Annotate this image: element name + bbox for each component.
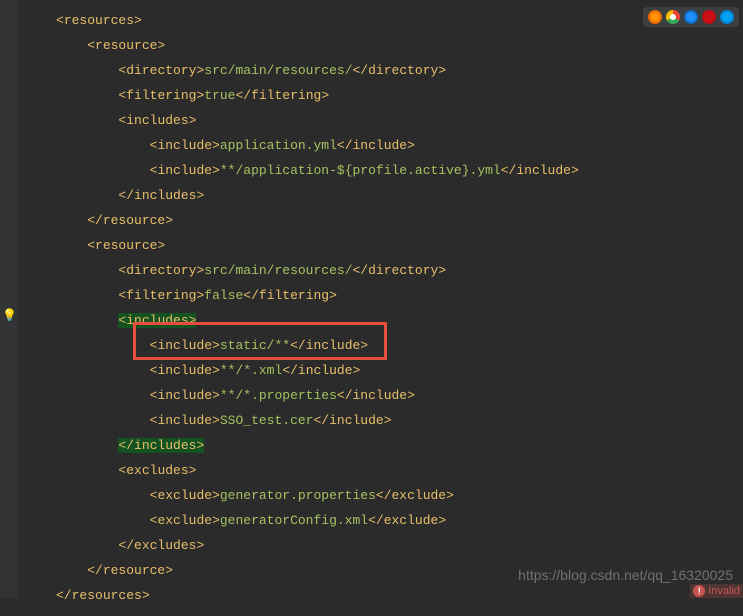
code-line: <exclude>generator.properties</exclude> bbox=[0, 483, 743, 508]
code-line: <include>static/**</include> bbox=[0, 333, 743, 358]
code-line: <include>SSO_test.cer</include> bbox=[0, 408, 743, 433]
code-line: <directory>src/main/resources/</director… bbox=[0, 258, 743, 283]
code-line: <filtering>true</filtering> bbox=[0, 83, 743, 108]
code-line: </includes> bbox=[0, 433, 743, 458]
code-line: <includes> bbox=[0, 308, 743, 333]
code-line: </resources> bbox=[0, 583, 743, 608]
invalid-label: Invalid bbox=[708, 585, 740, 597]
code-line: </includes> bbox=[0, 183, 743, 208]
code-line: <include>**/*.xml</include> bbox=[0, 358, 743, 383]
code-line: </excludes> bbox=[0, 533, 743, 558]
code-line: <directory>src/main/resources/</director… bbox=[0, 58, 743, 83]
code-line: <include>**/application-${profile.active… bbox=[0, 158, 743, 183]
code-line: <exclude>generatorConfig.xml</exclude> bbox=[0, 508, 743, 533]
code-line: <filtering>false</filtering> bbox=[0, 283, 743, 308]
code-line: <resource> bbox=[0, 233, 743, 258]
code-line: <resource> bbox=[0, 33, 743, 58]
watermark-text: https://blog.csdn.net/qq_16320025 bbox=[518, 567, 733, 583]
code-editor[interactable]: <resources> <resource> <directory>src/ma… bbox=[0, 0, 743, 616]
code-line: <include>**/*.properties</include> bbox=[0, 383, 743, 408]
invalid-status-badge[interactable]: Invalid bbox=[690, 584, 743, 598]
code-line: <includes> bbox=[0, 108, 743, 133]
code-line: </resource> bbox=[0, 208, 743, 233]
code-line: <include>application.yml</include> bbox=[0, 133, 743, 158]
code-line: <resources> bbox=[0, 8, 743, 33]
code-line: <excludes> bbox=[0, 458, 743, 483]
